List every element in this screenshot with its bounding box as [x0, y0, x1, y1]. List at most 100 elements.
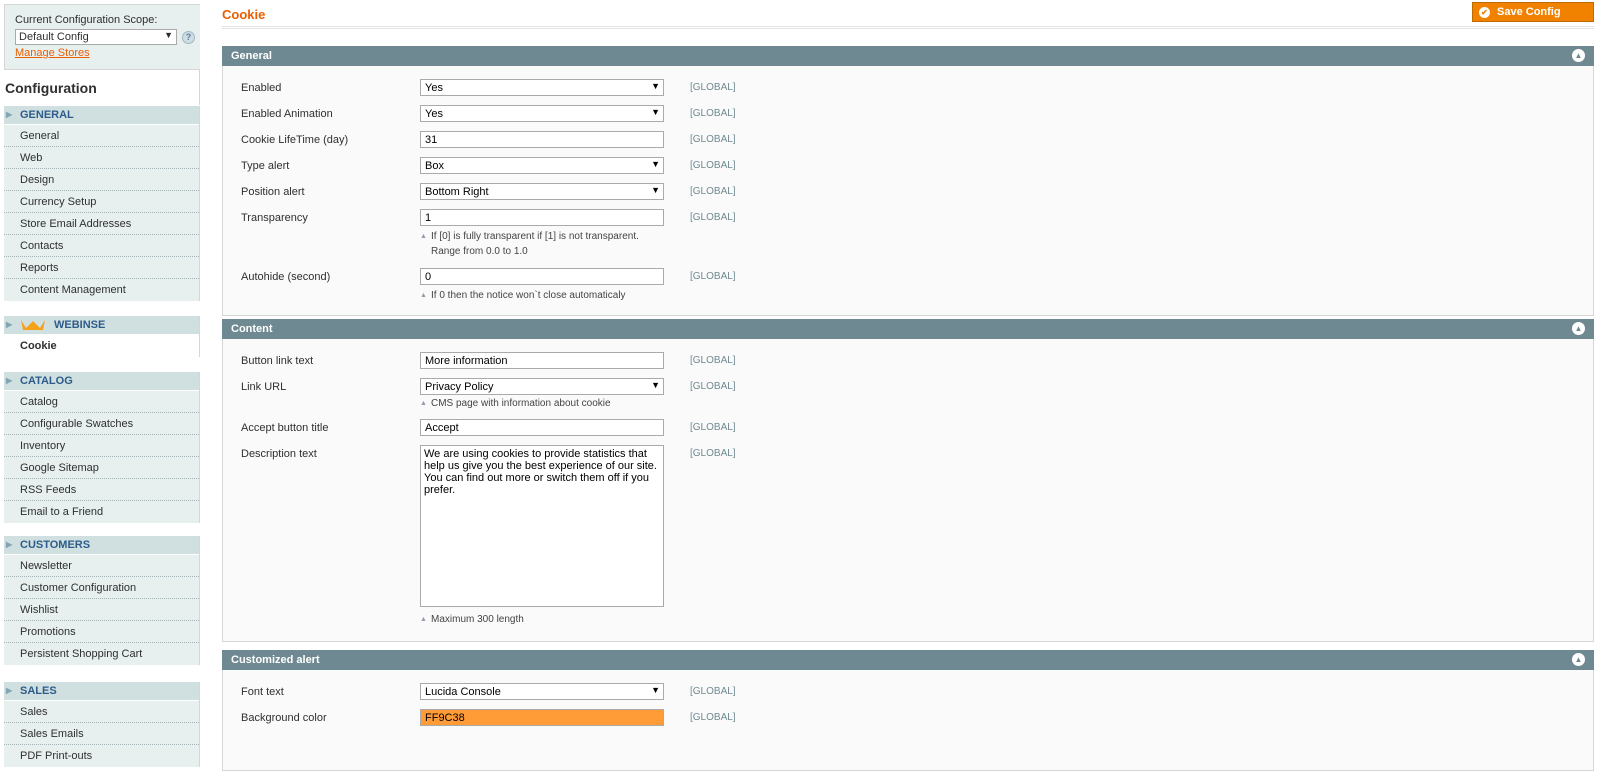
- triangle-right-icon: ▶: [6, 110, 13, 119]
- enabled-animation-select[interactable]: Yes ▼: [420, 105, 664, 122]
- field-label: Transparency: [241, 212, 308, 224]
- note-text: If [0] is fully transparent if [1] is no…: [431, 231, 639, 257]
- nav-item-catalog[interactable]: Catalog: [4, 391, 199, 413]
- nav-item-rss-feeds[interactable]: RSS Feeds: [4, 479, 199, 501]
- type-alert-select[interactable]: Box ▼: [420, 157, 664, 174]
- triangle-right-icon: ▶: [6, 320, 13, 329]
- field-label: Link URL: [241, 381, 287, 393]
- nav-item-content-management[interactable]: Content Management: [4, 279, 199, 301]
- scope-tag: [GLOBAL]: [690, 381, 736, 392]
- nav-item-general[interactable]: General: [4, 125, 199, 147]
- scope-select-value: Default Config: [19, 31, 89, 43]
- nav-item-google-sitemap[interactable]: Google Sitemap: [4, 457, 199, 479]
- nav-item-store-email-addresses[interactable]: Store Email Addresses: [4, 213, 199, 235]
- nav-item-wishlist[interactable]: Wishlist: [4, 599, 199, 621]
- link-url-select[interactable]: Privacy Policy ▼: [420, 378, 664, 395]
- nav-section-sales: ▶ SALES Sales Sales Emails PDF Print-outs: [4, 682, 200, 767]
- field-label: Position alert: [241, 186, 305, 198]
- select-value: Privacy Policy: [425, 381, 494, 393]
- fieldset-title: Content: [231, 323, 273, 335]
- scope-select[interactable]: Default Config ▼: [15, 29, 177, 45]
- nav-item-customer-configuration[interactable]: Customer Configuration: [4, 577, 199, 599]
- nav-item-sales-emails[interactable]: Sales Emails: [4, 723, 199, 745]
- description-textarea[interactable]: We are using cookies to provide statisti…: [420, 445, 664, 607]
- nav-header-label: GENERAL: [20, 109, 74, 121]
- nav-item-sales[interactable]: Sales: [4, 701, 199, 723]
- transparency-input[interactable]: 1: [420, 209, 664, 226]
- nav-item-persistent-shopping-cart[interactable]: Persistent Shopping Cart: [4, 643, 199, 665]
- nav-item-design[interactable]: Design: [4, 169, 199, 191]
- triangle-up-icon: ▲: [420, 233, 427, 240]
- fieldset-header-customized-alert[interactable]: Customized alert ▲: [222, 650, 1594, 670]
- position-alert-select[interactable]: Bottom Right ▼: [420, 183, 664, 200]
- autohide-input[interactable]: 0: [420, 268, 664, 285]
- scope-tag: [GLOBAL]: [690, 712, 736, 723]
- nav-item-reports[interactable]: Reports: [4, 257, 199, 279]
- scope-tag: [GLOBAL]: [690, 186, 736, 197]
- fieldset-body-general: Enabled Yes ▼ [GLOBAL] Enabled Animation …: [222, 66, 1594, 316]
- scope-tag: [GLOBAL]: [690, 355, 736, 366]
- field-note: ▲ CMS page with information about cookie: [420, 396, 670, 411]
- scope-tag: [GLOBAL]: [690, 271, 736, 282]
- sidebar: Current Configuration Scope: Default Con…: [0, 0, 200, 771]
- nav-item-newsletter[interactable]: Newsletter: [4, 555, 199, 577]
- help-icon[interactable]: ?: [182, 30, 195, 44]
- enabled-select[interactable]: Yes ▼: [420, 79, 664, 96]
- chevron-down-icon: ▼: [651, 107, 660, 117]
- button-link-text-input[interactable]: More information: [420, 352, 664, 369]
- select-value: Yes: [425, 82, 443, 94]
- collapse-icon[interactable]: ▲: [1572, 322, 1585, 335]
- field-label: Type alert: [241, 160, 290, 172]
- nav-header-webinse[interactable]: ▶ WEBINSE: [4, 316, 199, 335]
- fieldset-header-general[interactable]: General ▲: [222, 46, 1594, 66]
- triangle-up-icon: ▲: [420, 616, 427, 623]
- triangle-right-icon: ▶: [6, 540, 13, 549]
- nav-item-promotions[interactable]: Promotions: [4, 621, 199, 643]
- scope-tag: [GLOBAL]: [690, 212, 736, 223]
- nav-header-catalog[interactable]: ▶ CATALOG: [4, 372, 199, 391]
- nav-item-inventory[interactable]: Inventory: [4, 435, 199, 457]
- cookie-lifetime-input[interactable]: 31: [420, 131, 664, 148]
- manage-stores-link[interactable]: Manage Stores: [15, 47, 90, 59]
- check-icon: ✔: [1479, 6, 1490, 18]
- nav-item-configurable-swatches[interactable]: Configurable Swatches: [4, 413, 199, 435]
- note-text: If 0 then the notice won`t close automat…: [431, 290, 626, 301]
- nav-header-general[interactable]: ▶ GENERAL: [4, 106, 199, 125]
- nav-item-email-to-a-friend[interactable]: Email to a Friend: [4, 501, 199, 523]
- nav-item-contacts[interactable]: Contacts: [4, 235, 199, 257]
- fieldset-body-content: Button link text More information [GLOBA…: [222, 339, 1594, 642]
- nav-header-customers[interactable]: ▶ CUSTOMERS: [4, 536, 199, 555]
- scope-tag: [GLOBAL]: [690, 134, 736, 145]
- field-label: Description text: [241, 448, 317, 460]
- triangle-right-icon: ▶: [6, 686, 13, 695]
- scope-tag: [GLOBAL]: [690, 422, 736, 433]
- nav-item-pdf-print-outs[interactable]: PDF Print-outs: [4, 745, 199, 767]
- nav-item-web[interactable]: Web: [4, 147, 199, 169]
- select-value: Lucida Console: [425, 686, 501, 698]
- font-text-select[interactable]: Lucida Console ▼: [420, 683, 664, 700]
- triangle-right-icon: ▶: [6, 376, 13, 385]
- background-color-input[interactable]: FF9C38: [420, 709, 664, 726]
- collapse-icon[interactable]: ▲: [1572, 653, 1585, 666]
- field-label: Background color: [241, 712, 327, 724]
- select-value: Box: [425, 160, 444, 172]
- fieldset-title: Customized alert: [231, 654, 320, 666]
- field-note: ▲ Maximum 300 length: [420, 612, 670, 627]
- fieldset-header-content[interactable]: Content ▲: [222, 319, 1594, 339]
- nav-item-currency-setup[interactable]: Currency Setup: [4, 191, 199, 213]
- crown-logo-icon: [21, 320, 45, 331]
- save-config-button[interactable]: ✔ Save Config: [1472, 2, 1594, 22]
- chevron-down-icon: ▼: [651, 185, 660, 195]
- chevron-down-icon: ▼: [651, 685, 660, 695]
- fieldset-body-customized-alert: Font text Lucida Console ▼ [GLOBAL] Backg…: [222, 670, 1594, 771]
- accept-title-input[interactable]: Accept: [420, 419, 664, 436]
- scope-tag: [GLOBAL]: [690, 448, 736, 459]
- nav-item-cookie[interactable]: Cookie: [4, 335, 199, 357]
- chevron-down-icon: ▼: [651, 81, 660, 91]
- nav-header-label: CUSTOMERS: [20, 539, 91, 551]
- nav-header-sales[interactable]: ▶ SALES: [4, 682, 199, 701]
- nav-header-label: SALES: [20, 685, 57, 697]
- fieldset-title: General: [231, 50, 272, 62]
- collapse-icon[interactable]: ▲: [1572, 49, 1585, 62]
- scope-label: Current Configuration Scope:: [15, 14, 158, 26]
